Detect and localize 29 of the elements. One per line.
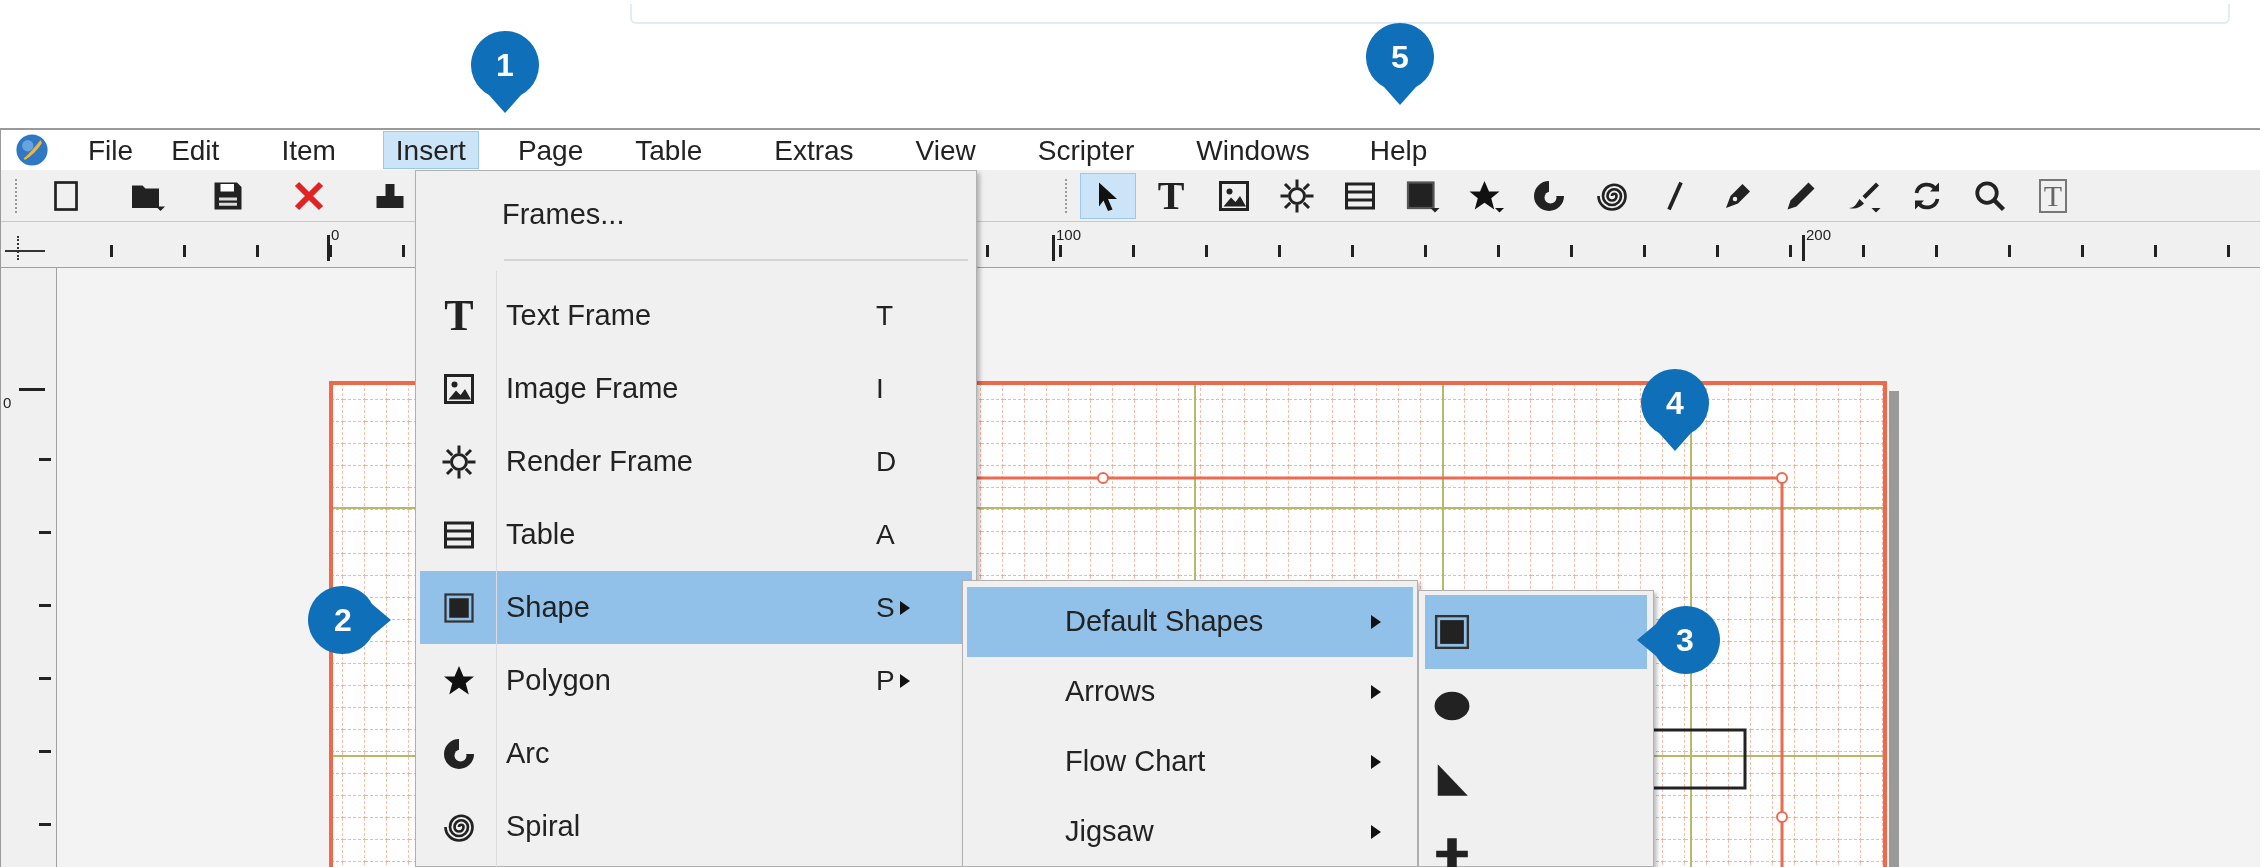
callout-marker: 2 [308,585,392,655]
shortcut-key: S [876,586,900,629]
menu-option-label: Arc [505,735,551,771]
shortcut-key: D [876,440,900,483]
menu-option-label: Render Frame [505,443,694,479]
menu-option-label: Shape [505,589,591,625]
menu-option-label: Text Frame [505,297,653,333]
shortcut-key: A [876,513,900,556]
text-frame-icon: T [444,293,474,338]
submenu-option-label: Arrows [1065,674,1157,710]
callout-marker: 5 [1365,22,1435,106]
submenu-option-label: Flow Chart [1065,744,1207,780]
callout-marker: 4 [1640,368,1710,452]
shortcut-key: T [876,294,900,337]
callout-marker: 1 [470,30,540,114]
ruler-label: 0 [3,393,12,413]
callout-marker: 3 [1636,605,1720,675]
menu-option-label: Table [505,516,577,552]
ruler-label: 200 [1806,225,1832,245]
menu-option-label: Polygon [505,662,612,698]
shortcut-key: I [876,367,900,410]
menu-option-label: Spiral [505,808,582,844]
submenu-option-label: Default Shapes [1065,604,1265,640]
menu-option-label: Image Frame [505,370,680,406]
ruler-label: 0 [331,225,340,245]
shortcut-key: P [876,659,900,702]
submenu-option-label: Jigsaw [1065,814,1155,850]
ruler-label: 100 [1056,225,1082,245]
menu-option-label: Frames... [501,197,626,233]
